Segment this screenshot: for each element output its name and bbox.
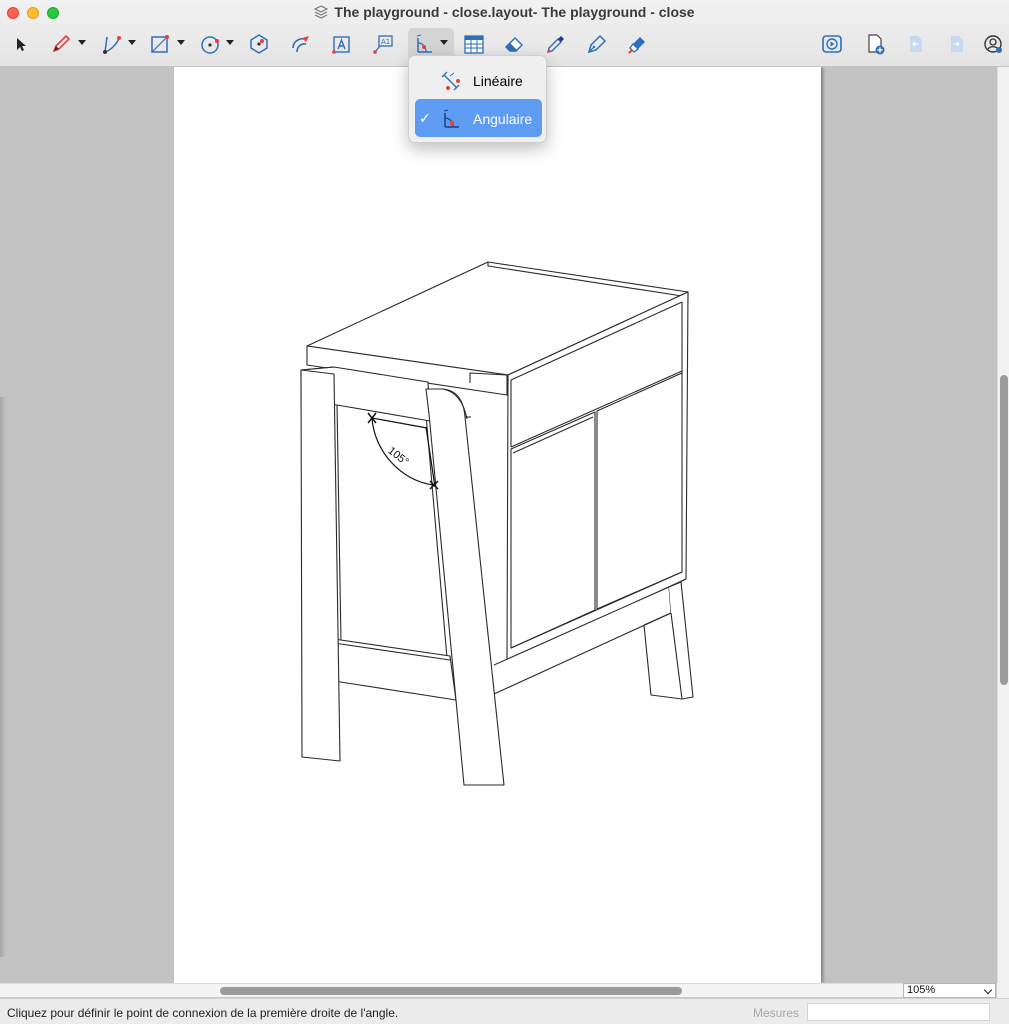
arc-tool[interactable] bbox=[284, 28, 316, 60]
checkmark-icon: ✓ bbox=[419, 110, 431, 126]
vertical-scroll-thumb[interactable] bbox=[1000, 375, 1008, 685]
scroll-corner bbox=[997, 983, 1009, 998]
cabinet-drawing[interactable]: 105° bbox=[174, 67, 821, 983]
dimension-tool-caret[interactable] bbox=[440, 40, 448, 45]
arc-icon bbox=[292, 36, 309, 53]
polygon-tool[interactable] bbox=[243, 28, 275, 60]
line-tool-caret[interactable] bbox=[128, 40, 136, 45]
circle-icon bbox=[201, 36, 219, 54]
document-page[interactable]: 105° bbox=[174, 67, 821, 983]
chevron-down-icon bbox=[983, 985, 993, 995]
document-canvas[interactable]: 105° bbox=[0, 67, 997, 983]
account-icon bbox=[984, 35, 1002, 53]
menu-item-angulaire[interactable]: ✓ Angulaire bbox=[415, 99, 542, 137]
pencil-tool[interactable] bbox=[45, 28, 77, 60]
table-icon bbox=[464, 35, 484, 54]
measures-input[interactable] bbox=[807, 1003, 990, 1021]
pencil-tool-caret[interactable] bbox=[78, 40, 86, 45]
dimension-icon bbox=[416, 34, 432, 53]
rectangle-icon bbox=[151, 35, 169, 53]
menu-item-lineaire[interactable]: Linéaire bbox=[415, 61, 542, 99]
previous-page-icon bbox=[910, 36, 922, 52]
style-tool[interactable] bbox=[581, 28, 613, 60]
document-stack-icon bbox=[314, 5, 329, 19]
line-icon bbox=[103, 36, 121, 54]
arrow-icon bbox=[17, 38, 26, 51]
paint-tool[interactable] bbox=[621, 28, 653, 60]
presentation-button[interactable] bbox=[816, 28, 848, 60]
polygon-icon bbox=[250, 34, 268, 54]
line-tool[interactable] bbox=[95, 28, 127, 60]
side-panel bbox=[336, 402, 448, 659]
horizontal-scroll-thumb[interactable] bbox=[220, 987, 682, 995]
circle-tool-caret[interactable] bbox=[226, 40, 234, 45]
eyedropper-icon bbox=[547, 36, 564, 53]
add-page-button[interactable] bbox=[859, 28, 891, 60]
select-tool[interactable] bbox=[4, 28, 36, 60]
next-page-button[interactable] bbox=[941, 28, 973, 60]
account-button[interactable] bbox=[978, 28, 1008, 60]
front-left-leg bbox=[300, 369, 341, 762]
previous-page-button[interactable] bbox=[900, 28, 932, 60]
play-icon bbox=[822, 35, 842, 53]
text-icon bbox=[332, 36, 350, 54]
measures-label: Mesures bbox=[753, 1006, 800, 1020]
menu-item-label: Angulaire bbox=[473, 111, 533, 127]
rectangle-tool-caret[interactable] bbox=[177, 40, 185, 45]
label-icon: A1 bbox=[373, 35, 393, 54]
add-page-icon bbox=[868, 34, 885, 55]
eraser-icon bbox=[505, 37, 523, 52]
text-tool[interactable] bbox=[325, 28, 357, 60]
label-tool[interactable]: A1 bbox=[367, 28, 399, 60]
circle-tool[interactable] bbox=[194, 28, 226, 60]
status-message: Cliquez pour définir le point de connexi… bbox=[7, 1006, 399, 1020]
status-bar: Cliquez pour définir le point de connexi… bbox=[0, 998, 1009, 1024]
horizontal-scrollbar[interactable] bbox=[0, 983, 903, 997]
window-title-text: The playground - close.layout- The playg… bbox=[334, 4, 695, 20]
menu-item-label: Linéaire bbox=[473, 73, 523, 89]
zoom-value: 105% bbox=[907, 984, 936, 996]
pen-icon bbox=[587, 34, 607, 54]
canvas-shadow bbox=[0, 397, 6, 957]
pencil-icon bbox=[52, 34, 71, 53]
rectangle-tool[interactable] bbox=[144, 28, 176, 60]
window-title: The playground - close.layout- The playg… bbox=[0, 4, 1009, 20]
zoom-select[interactable]: 105% bbox=[903, 983, 996, 998]
angular-dimension-icon bbox=[443, 109, 459, 128]
paint-icon bbox=[628, 37, 645, 54]
svg-text:A1: A1 bbox=[381, 38, 390, 46]
vertical-scrollbar[interactable] bbox=[997, 67, 1009, 983]
eyedropper-tool[interactable] bbox=[540, 28, 572, 60]
linear-dimension-icon bbox=[441, 71, 460, 91]
next-page-icon bbox=[951, 36, 963, 52]
dimension-dropdown-menu: Linéaire ✓ Angulaire bbox=[408, 55, 547, 143]
